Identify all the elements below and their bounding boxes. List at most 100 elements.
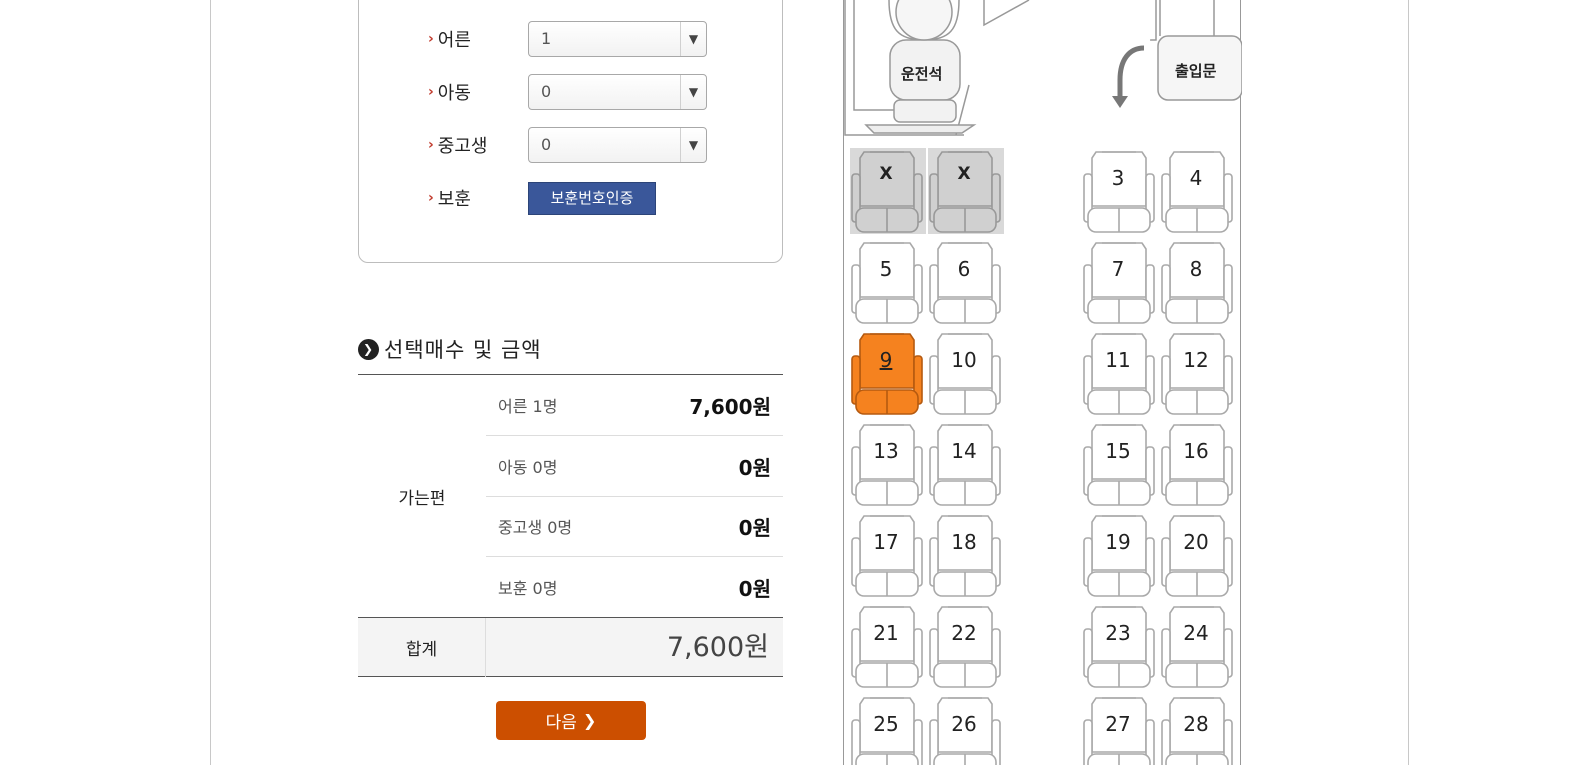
student-label: 중고생 [437,136,488,157]
seat-6[interactable]: 6 [928,239,1004,325]
seat-shape [1083,242,1155,324]
seat-23[interactable]: 23 [1082,603,1158,689]
student-row: › 중고생 0 ▼ [428,127,707,163]
seat-14[interactable]: 14 [928,421,1004,507]
seat-number: 4 [1189,166,1203,190]
seat-number: 24 [1183,621,1209,645]
child-select[interactable]: 0 ▼ [528,74,707,110]
seat-shape [1161,606,1233,688]
seat-shape [851,242,923,324]
veteran-label: 보훈 [437,189,471,210]
seat-13[interactable]: 13 [850,421,926,507]
next-button[interactable]: 다음 ❯ [496,701,646,740]
seat-shape [851,515,923,597]
seat-18[interactable]: 18 [928,512,1004,598]
summary-total-row: 합계 7,600원 [358,617,783,677]
seat-shape [1161,333,1233,415]
seat-7[interactable]: 7 [1082,239,1158,325]
seat-16[interactable]: 16 [1160,421,1236,507]
seat-number: 11 [1105,348,1131,372]
chevron-right-circle-icon: ❯ [358,338,379,360]
total-label: 합계 [358,618,486,677]
seat-shape [851,424,923,506]
seat-number: 22 [951,621,977,645]
adult-select[interactable]: 1 ▼ [528,21,707,57]
seat-shape [1083,333,1155,415]
seat-number: 19 [1105,530,1131,554]
seat-shape [1083,424,1155,506]
seat-shape [1161,242,1233,324]
veteran-verify-button[interactable]: 보훈번호인증 [528,181,656,215]
seat-20[interactable]: 20 [1160,512,1236,598]
seat-shape [929,333,1001,415]
seat-17[interactable]: 17 [850,512,926,598]
bullet-icon: › [428,84,434,100]
total-amount: 7,600원 [666,632,769,663]
seat-number: 13 [873,439,899,463]
seat-5[interactable]: 5 [850,239,926,325]
seat-number: 7 [1111,257,1125,281]
seat-number: 3 [1111,166,1125,190]
seat-26[interactable]: 26 [928,694,1004,765]
seat-8[interactable]: 8 [1160,239,1236,325]
seat-22[interactable]: 22 [928,603,1004,689]
seat-number: X [957,164,971,184]
seat-shape [929,424,1001,506]
seat-shape [1083,606,1155,688]
seat-number: 8 [1189,257,1203,281]
seat-number: 26 [951,712,977,736]
seat-number: 28 [1183,712,1209,736]
seat-4[interactable]: 4 [1160,148,1236,234]
seat-10[interactable]: 10 [928,330,1004,416]
seat-shape [929,515,1001,597]
door-label: 출입문 [1175,62,1217,80]
seat-24[interactable]: 24 [1160,603,1236,689]
seat-25[interactable]: 25 [850,694,926,765]
seat-number: 10 [951,348,977,372]
chevron-right-icon: ❯ [582,711,597,730]
seat-number: 14 [951,439,977,463]
child-label: 아동 [437,83,471,104]
seat-number: 23 [1105,621,1131,645]
seat-shape [929,606,1001,688]
summary-line-child: 아동 0명 0원 [486,436,783,497]
seat-12[interactable]: 12 [1160,330,1236,416]
seat-21[interactable]: 21 [850,603,926,689]
seat-15[interactable]: 15 [1082,421,1158,507]
adult-row: › 어른 1 ▼ [428,21,707,57]
veteran-row: › 보훈 보훈번호인증 [428,180,656,216]
seat-3[interactable]: 3 [1082,148,1158,234]
seat-number: 16 [1183,439,1209,463]
seat-9[interactable]: 9 [850,330,926,416]
seat-shape [1083,515,1155,597]
summary-title: ❯ 선택매수 및 금액 [358,334,542,364]
page-border-right [1408,0,1409,765]
summary-line-adult: 어른 1명 7,600원 [486,375,783,436]
summary-line-veteran: 보훈 0명 0원 [498,576,771,601]
student-select[interactable]: 0 ▼ [528,127,707,163]
seat-number: 21 [873,621,899,645]
seat-shape [1161,151,1233,233]
seat-shape [851,606,923,688]
seat-number: 5 [879,257,893,281]
seat-number: 12 [1183,348,1209,372]
seat-shape [1083,151,1155,233]
seat-19[interactable]: 19 [1082,512,1158,598]
seat-number: 27 [1105,712,1131,736]
seat-number: 18 [951,530,977,554]
seat-27[interactable]: 27 [1082,694,1158,765]
chevron-down-icon: ▼ [680,128,706,162]
seat-28[interactable]: 28 [1160,694,1236,765]
bus-seat-map: 운전석 출입문 X X 3 4 5 6 7 8 9 10 11 12 13 14 15 16 17 18 19 20 2… [843,0,1242,765]
seat-shape [1161,424,1233,506]
adult-label: 어른 [437,30,471,51]
chevron-down-icon: ▼ [680,75,706,109]
seat-11[interactable]: 11 [1082,330,1158,416]
child-row: › 아동 0 ▼ [428,74,707,110]
direction-label: 가는편 [398,488,446,509]
bullet-icon: › [428,31,434,47]
summary-table: 가는편 어른 1명 7,600원 아동 0명 0원 중고생 0명 0원 보훈 0… [358,374,783,677]
seat-number: 20 [1183,530,1209,554]
seat-number: 17 [873,530,899,554]
seat-number: 25 [873,712,899,736]
